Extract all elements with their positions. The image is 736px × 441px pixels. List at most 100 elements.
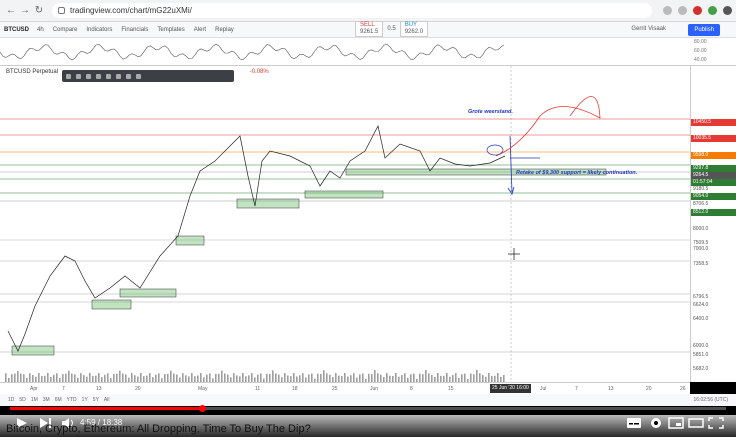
time-label: 20 (646, 386, 652, 392)
fullscreen-icon[interactable] (708, 416, 724, 430)
price-label: 6400.0 (693, 316, 709, 322)
price-label: 8706.5 (693, 201, 709, 207)
templates-button[interactable]: Templates (157, 27, 184, 33)
time-label: 15 (448, 386, 454, 392)
time-label: Apr (30, 386, 38, 392)
progress-fill (10, 407, 202, 410)
tradingview-header: BTCUSD 4h Compare Indicators Financials … (0, 21, 736, 38)
line-style-icon[interactable] (96, 73, 101, 79)
price-label: 10035.5 (691, 135, 736, 142)
time-label: Jul (540, 386, 547, 392)
settings-icon[interactable] (648, 416, 664, 430)
range-button[interactable]: 3M (43, 397, 50, 403)
price-axis[interactable]: 10450.5 10035.5 9598.0 9297.8 9264.5 01:57:04… (690, 66, 736, 382)
indicators-button[interactable]: Indicators (86, 27, 112, 33)
interval-button[interactable]: 4h (37, 27, 44, 33)
color-icon[interactable] (76, 73, 81, 79)
eye-icon[interactable] (126, 73, 131, 79)
price-label: 9297.8 (691, 165, 736, 172)
progress-bar[interactable] (10, 405, 726, 412)
time-label: 7 (62, 386, 65, 392)
range-button[interactable]: All (104, 397, 110, 403)
time-label: 13 (608, 386, 614, 392)
screen: ← → ↻ tradingview.com/chart/mG22uXMi/ BT… (0, 0, 736, 441)
time-label: 26 (680, 386, 686, 392)
settings-icon[interactable] (106, 73, 111, 79)
video-title: Bitcoin, Crypto, Ethereum: All Dropping,… (6, 423, 311, 435)
price-chart[interactable]: BTCUSD Perpetual -0.08% Grote weerstand.… (0, 66, 736, 382)
extension-icon[interactable] (663, 6, 672, 15)
video-player[interactable]: BTCUSD 4h Compare Indicators Financials … (0, 21, 736, 437)
time-cursor-label: 25 Jun '20 16:00 (490, 384, 531, 393)
buy-button[interactable]: BUY 9262.0 (399, 21, 429, 37)
price-label: 8000.0 (693, 226, 709, 232)
alert-button[interactable]: Alert (194, 27, 206, 33)
chart-symbol-label: BTCUSD Perpetual (6, 69, 59, 75)
trash-icon[interactable] (136, 73, 141, 79)
price-label: 6624.0 (693, 302, 709, 308)
range-button[interactable]: 1M (31, 397, 38, 403)
sell-price: 9261.5 (360, 29, 379, 35)
osc-scale-80: 80.00 (694, 39, 707, 45)
annotation-support: Retake of $9,300 support = likely contin… (516, 170, 638, 176)
time-label: 25 (332, 386, 338, 392)
annotation-resistance: Grote weerstand. (468, 109, 513, 115)
address-bar[interactable]: tradingview.com/chart/mG22uXMi/ (52, 3, 652, 18)
range-button[interactable]: 5Y (93, 397, 99, 403)
progress-thumb[interactable] (198, 405, 206, 412)
spread-value: 0.5 (387, 25, 396, 32)
osc-scale-60: 60.00 (694, 48, 707, 54)
drag-handle-icon[interactable] (66, 73, 71, 79)
price-label: 9598.0 (691, 152, 736, 159)
publish-button[interactable]: Publish (688, 24, 720, 36)
pencil-icon[interactable] (86, 73, 91, 79)
forward-icon[interactable]: → (18, 5, 32, 16)
range-button[interactable]: 1Y (82, 397, 88, 403)
range-button[interactable]: 6M (55, 397, 62, 403)
lock-icon[interactable] (116, 73, 121, 79)
url-text: tradingview.com/chart/mG22uXMi/ (70, 6, 192, 15)
avatar[interactable] (723, 6, 732, 15)
price-label: 5682.0 (693, 366, 709, 372)
sell-button[interactable]: SELL 9261.5 (355, 21, 384, 37)
extension-icon[interactable] (693, 6, 702, 15)
chart-canvas (0, 66, 690, 382)
drawing-toolbar[interactable] (62, 70, 234, 82)
clock: 16:02:56 (UTC) (693, 397, 728, 403)
time-axis[interactable]: 25 Jun '20 16:00 Apr 7 13 20 May 11 18 25 Jun 8 15… (0, 382, 690, 394)
price-label: 6000.0 (693, 343, 709, 349)
price-label: 9264.5 (691, 172, 736, 179)
price-label: 8512.0 (691, 209, 736, 216)
price-label: 6796.5 (693, 294, 709, 300)
buy-price: 9262.0 (404, 29, 424, 35)
extension-icon[interactable] (708, 6, 717, 15)
time-label: 7 (575, 386, 578, 392)
range-button[interactable]: 1D (8, 397, 14, 403)
oscillator-line (0, 43, 505, 61)
time-label: May (198, 386, 208, 392)
spread: 0.5 (383, 21, 399, 37)
time-label: Jun (370, 386, 379, 392)
replay-button[interactable]: Replay (215, 27, 234, 33)
compare-button[interactable]: Compare (53, 27, 78, 33)
miniplayer-icon[interactable] (668, 416, 684, 430)
oscillator-pane[interactable]: 80.00 60.00 40.00 (0, 38, 736, 66)
symbol-search[interactable]: BTCUSD (4, 27, 29, 33)
time-label: 13 (96, 386, 102, 392)
user-name[interactable]: Gerrit Visaak (631, 26, 666, 32)
subtitles-icon[interactable] (626, 416, 642, 430)
range-button[interactable]: YTD (67, 397, 77, 403)
price-label: 5851.0 (693, 352, 709, 358)
quote-widget: SELL 9261.5 0.5 BUY 9262.0 (355, 21, 429, 37)
sell-label: SELL (360, 22, 375, 28)
lock-icon (58, 7, 65, 14)
price-label: 01:57:04 (691, 179, 736, 186)
theater-icon[interactable] (688, 416, 704, 430)
reload-icon[interactable]: ↻ (32, 5, 46, 16)
star-icon[interactable] (678, 6, 687, 15)
osc-scale-40: 40.00 (694, 57, 707, 63)
back-icon[interactable]: ← (4, 5, 18, 16)
browser-toolbar: ← → ↻ tradingview.com/chart/mG22uXMi/ (0, 0, 736, 22)
range-button[interactable]: 5D (19, 397, 25, 403)
financials-button[interactable]: Financials (121, 27, 148, 33)
